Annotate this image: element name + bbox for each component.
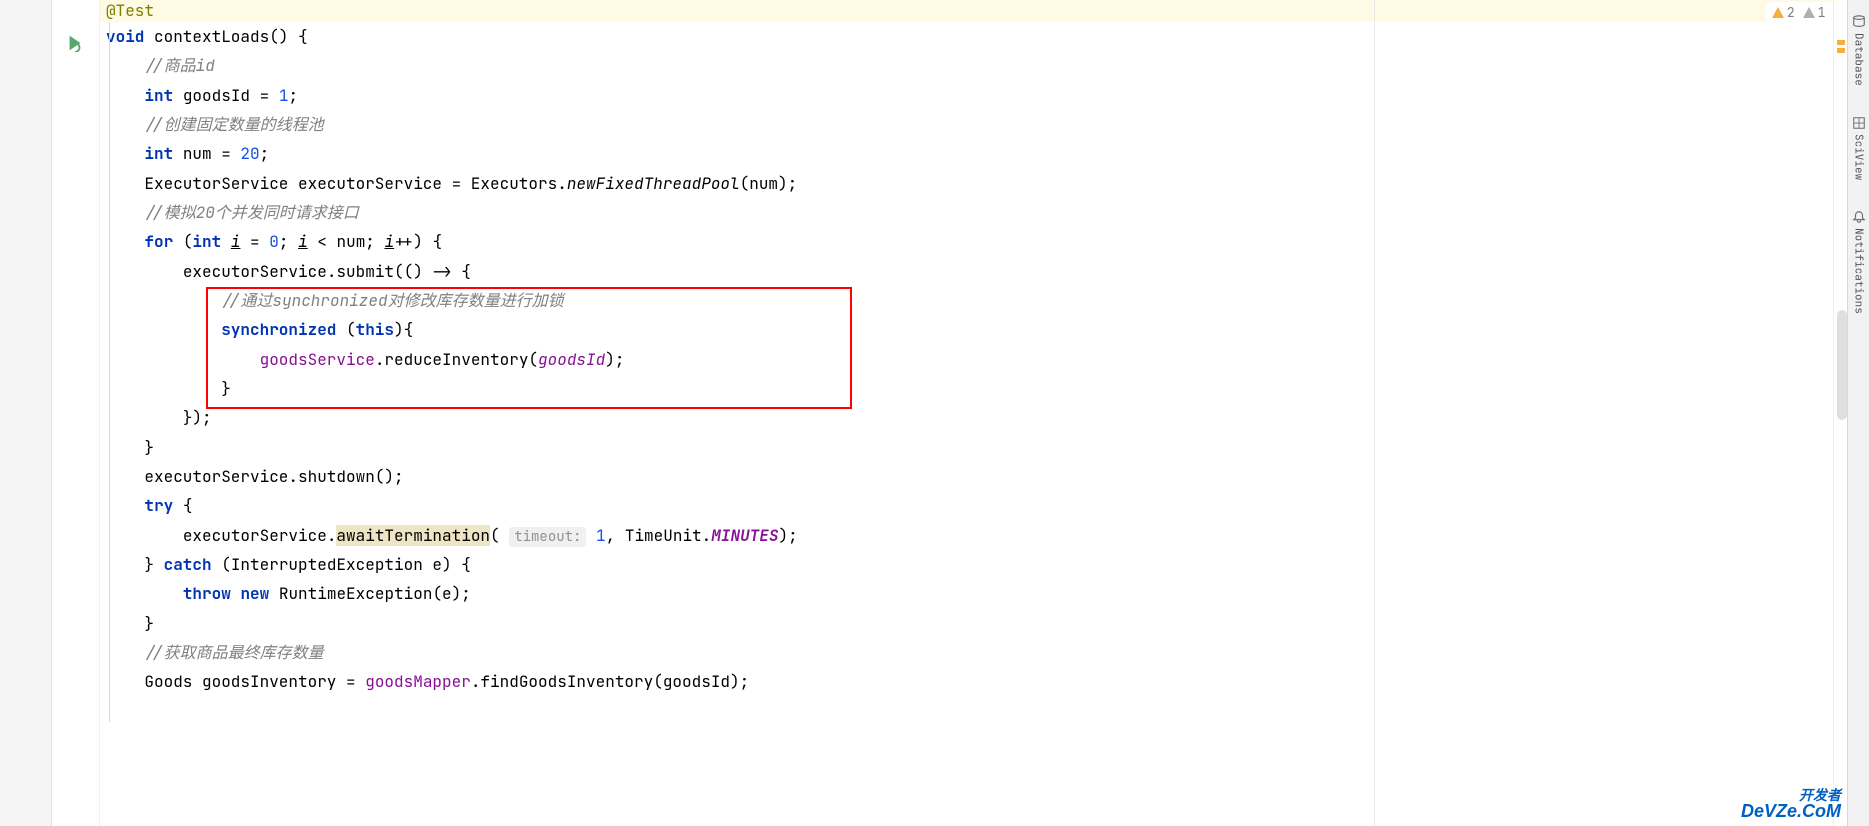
sciview-tool-button[interactable]: SciView: [1852, 116, 1866, 180]
code-line[interactable]: int goodsId = 1;: [100, 81, 1869, 110]
notifications-tool-button[interactable]: Notifications: [1852, 210, 1866, 314]
annotation: @Test: [106, 0, 154, 21]
code-line[interactable]: } catch (InterruptedException e) {: [100, 550, 1869, 579]
bell-icon: [1852, 210, 1866, 224]
code-line[interactable]: void contextLoads() {: [100, 22, 1869, 51]
watermark: 开发者 DeVZe.CoM: [1741, 788, 1841, 820]
database-icon: [1852, 15, 1866, 29]
sciview-icon: [1852, 116, 1866, 130]
parameter-hint: timeout:: [509, 527, 586, 547]
code-line[interactable]: throw new RuntimeException(e);: [100, 579, 1869, 608]
scrollbar-thumb[interactable]: [1837, 310, 1847, 420]
code-line[interactable]: //获取商品最终库存数量: [100, 638, 1869, 667]
code-line[interactable]: for (int i = 0; i < num; i++) {: [100, 227, 1869, 256]
code-line[interactable]: }: [100, 433, 1869, 462]
line-number-gutter: [0, 0, 52, 826]
code-line[interactable]: synchronized (this){: [100, 315, 1869, 344]
weak-warning-icon: [1803, 7, 1815, 18]
code-line[interactable]: //创建固定数量的线程池: [100, 110, 1869, 139]
warnings-indicator[interactable]: 2: [1772, 4, 1795, 21]
code-line[interactable]: //通过synchronized对修改库存数量进行加锁: [100, 286, 1869, 315]
code-line[interactable]: @Test: [100, 0, 1869, 22]
code-line[interactable]: goodsService.reduceInventory(goodsId);: [100, 345, 1869, 374]
code-line[interactable]: }: [100, 609, 1869, 638]
code-line[interactable]: executorService.awaitTermination( timeou…: [100, 521, 1869, 550]
code-line[interactable]: //模拟20个并发同时请求接口: [100, 198, 1869, 227]
code-line[interactable]: Goods goodsInventory = goodsMapper.findG…: [100, 667, 1869, 696]
code-editor[interactable]: @Test void contextLoads() { //商品id int g…: [100, 0, 1869, 826]
database-tool-button[interactable]: Database: [1852, 15, 1866, 86]
code-line[interactable]: executorService.shutdown();: [100, 462, 1869, 491]
warning-marker[interactable]: [1837, 40, 1845, 45]
code-line[interactable]: //商品id: [100, 51, 1869, 80]
indent-guide: [109, 22, 110, 722]
icon-gutter: [52, 0, 100, 826]
code-line[interactable]: ExecutorService executorService = Execut…: [100, 169, 1869, 198]
weak-warnings-indicator[interactable]: 1: [1803, 4, 1826, 21]
run-test-icon[interactable]: [66, 34, 84, 52]
code-line[interactable]: });: [100, 403, 1869, 432]
code-line[interactable]: executorService.submit(() -> {: [100, 257, 1869, 286]
warning-marker[interactable]: [1837, 48, 1845, 53]
code-line[interactable]: try {: [100, 491, 1869, 520]
code-line[interactable]: }: [100, 374, 1869, 403]
warning-icon: [1772, 7, 1784, 18]
right-tool-stripe: Database SciView Notifications: [1847, 0, 1869, 826]
right-margin-guide: [1374, 0, 1375, 826]
code-line[interactable]: int num = 20;: [100, 139, 1869, 168]
